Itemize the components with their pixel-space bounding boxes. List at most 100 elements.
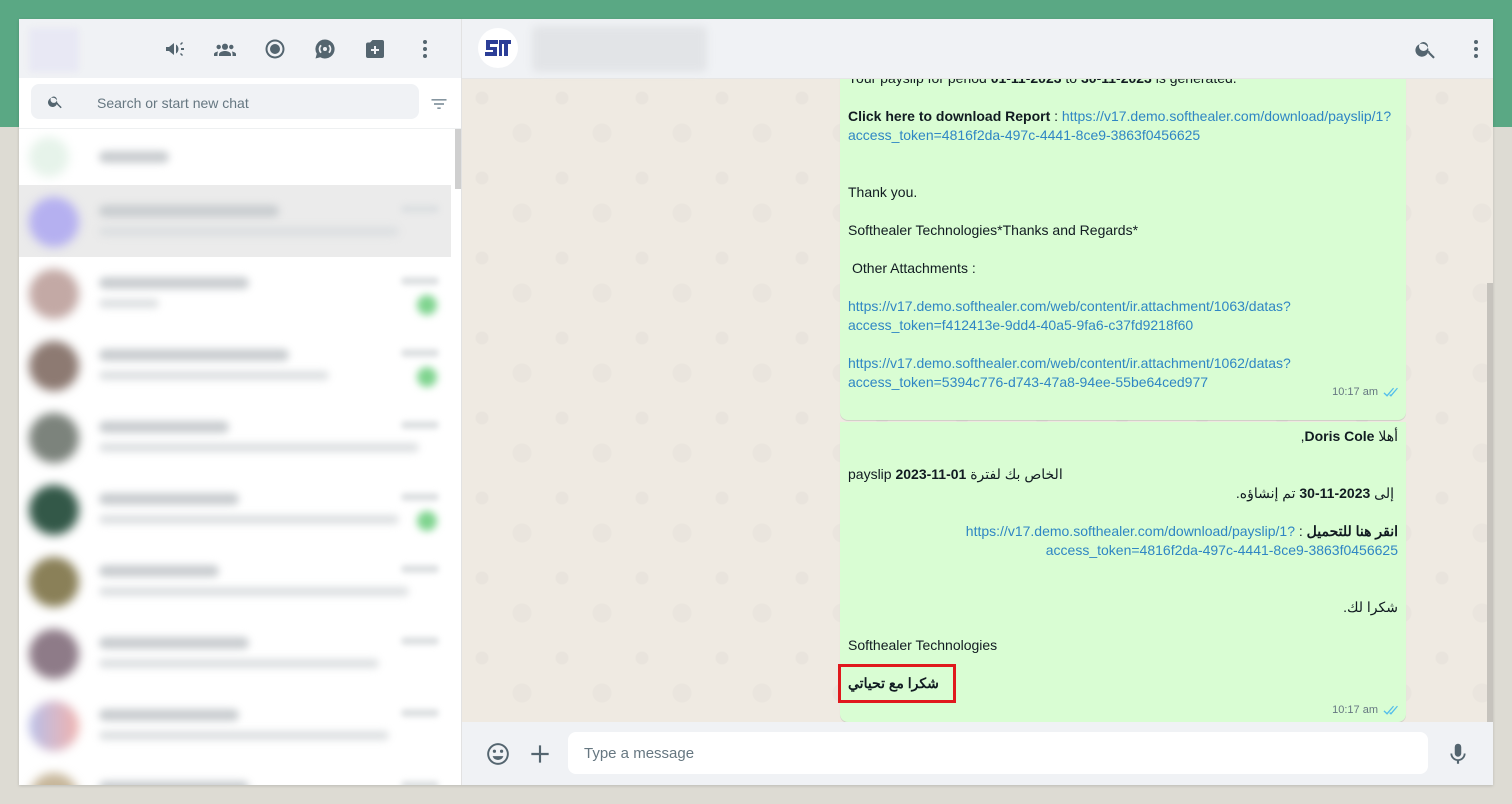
thanks-text: Thank you. — [848, 184, 918, 200]
chat-item[interactable] — [19, 185, 451, 257]
chat-time-blur — [401, 781, 439, 785]
download-report-link[interactable]: https://v17.demo.softhealer.com/download… — [1062, 108, 1391, 124]
chat-time-blur — [401, 421, 439, 429]
chat-preview-blur — [99, 587, 409, 596]
read-ticks-icon — [1382, 705, 1398, 716]
chat-preview-blur — [99, 659, 379, 668]
chat-time-blur — [401, 565, 439, 573]
chat-item[interactable] — [19, 473, 451, 545]
chat-preview-blur — [99, 371, 329, 380]
conversation-scrollbar[interactable] — [1487, 283, 1493, 723]
attach-icon[interactable] — [527, 741, 553, 767]
arabic-period-line: payslip 2023-11-01 الخاص بك لفترة — [848, 466, 1063, 482]
chat-name-blur — [99, 349, 289, 361]
message-input[interactable] — [568, 732, 1428, 774]
chat-time-blur — [401, 637, 439, 645]
chat-name-blur — [99, 781, 249, 785]
chat-name-blur — [99, 277, 249, 289]
status-icon[interactable] — [262, 36, 288, 62]
message-meta: 10:17 am — [1332, 701, 1398, 720]
chat-item[interactable] — [19, 761, 451, 785]
conversation-panel: Your payslip for period 01-11-2023 to 30… — [462, 19, 1493, 785]
chat-avatar — [29, 773, 79, 785]
chat-preview-blur — [99, 731, 389, 740]
chat-item[interactable] — [19, 257, 451, 329]
menu-icon[interactable] — [1463, 36, 1489, 62]
chat-avatar — [29, 413, 79, 463]
message-time: 10:17 am — [1332, 386, 1378, 398]
chat-time-blur — [401, 349, 439, 357]
search-icon[interactable] — [1413, 36, 1439, 62]
microphone-icon[interactable] — [1445, 741, 1471, 767]
sidebar-scrollbar[interactable] — [455, 129, 461, 189]
chat-item[interactable] — [19, 617, 451, 689]
unread-badge — [417, 295, 437, 315]
conversation-header — [462, 19, 1493, 79]
chat-name-blur — [99, 493, 239, 505]
chat-item[interactable] — [19, 689, 451, 761]
chat-name-blur — [99, 205, 279, 217]
chat-list — [19, 129, 455, 785]
channels-icon[interactable] — [312, 36, 338, 62]
chat-avatar — [29, 485, 79, 535]
attachment-1062-link-token[interactable]: access_token=5394c776-d743-47a8-94ee-55b… — [848, 374, 1208, 390]
chat-name-blur — [99, 151, 169, 163]
profile-avatar[interactable] — [29, 28, 79, 72]
search-icon — [48, 96, 62, 109]
arabic-generated-line: إلى 2023-11-30 تم إنشاؤه. — [1235, 485, 1394, 501]
filter-icon[interactable] — [429, 94, 449, 114]
message-meta: 10:17 am — [1332, 383, 1398, 402]
regards-text: Softhealer Technologies*Thanks and Regar… — [848, 222, 1139, 238]
community-icon[interactable] — [212, 36, 238, 62]
arabic-download-link-token[interactable]: access_token=4816f2da-497c-4441-8ce9-386… — [1046, 542, 1398, 558]
sidebar — [19, 19, 462, 785]
highlight-annotation-box — [838, 664, 956, 703]
chat-name-blur — [99, 421, 229, 433]
chat-preview-blur — [99, 443, 419, 452]
chat-name-blur — [99, 565, 219, 577]
new-chat-icon[interactable] — [362, 36, 388, 62]
megaphone-icon[interactable] — [162, 36, 188, 62]
greeting-line: أهلا Doris Cole, — [1300, 428, 1398, 444]
chat-preview-blur — [99, 515, 399, 524]
chat-avatar — [29, 341, 79, 391]
menu-icon[interactable] — [412, 36, 438, 62]
attachment-1063-link[interactable]: https://v17.demo.softhealer.com/web/cont… — [848, 298, 1291, 314]
chat-avatar — [29, 197, 79, 247]
arabic-thanks-text: شكرا لك. — [1343, 599, 1398, 615]
chat-time-blur — [401, 205, 439, 213]
chat-item[interactable] — [19, 329, 451, 401]
chat-avatar — [29, 557, 79, 607]
arabic-download-line: انقر هنا للتحميل : https://v17.demo.soft… — [965, 523, 1398, 539]
unread-badge — [417, 367, 437, 387]
search-box — [31, 84, 419, 121]
search-row — [19, 78, 461, 129]
arabic-download-link[interactable]: https://v17.demo.softhealer.com/download… — [966, 523, 1295, 539]
contact-name-blur[interactable] — [532, 26, 707, 72]
chat-preview-blur — [99, 227, 399, 236]
message-composer — [462, 722, 1493, 785]
attachment-1062-link[interactable]: https://v17.demo.softhealer.com/web/cont… — [848, 355, 1291, 371]
download-report-link-token[interactable]: access_token=4816f2da-497c-4441-8ce9-386… — [848, 127, 1200, 143]
chat-item[interactable] — [19, 545, 451, 617]
chat-time-blur — [401, 277, 439, 285]
chat-name-blur — [99, 637, 249, 649]
chat-item[interactable] — [19, 401, 451, 473]
payslip-period-line: Your payslip for period 01-11-2023 to 30… — [848, 78, 1237, 86]
message-bubble-english[interactable]: Your payslip for period 01-11-2023 to 30… — [840, 78, 1406, 420]
chat-item[interactable] — [19, 129, 451, 185]
softhealer-logo-icon[interactable] — [478, 28, 518, 68]
download-line: Click here to download Report : https://… — [848, 108, 1392, 124]
chat-avatar — [29, 137, 69, 177]
chat-avatar — [29, 629, 79, 679]
sidebar-header — [19, 19, 461, 78]
attachment-1063-link-token[interactable]: access_token=f412413e-9dd4-40a5-9fa6-c37… — [848, 317, 1193, 333]
message-time: 10:17 am — [1332, 704, 1378, 716]
read-ticks-icon — [1382, 387, 1398, 398]
whatsapp-window: Your payslip for period 01-11-2023 to 30… — [19, 19, 1493, 785]
search-input[interactable] — [95, 84, 409, 121]
emoji-icon[interactable] — [485, 741, 511, 767]
message-area[interactable]: Your payslip for period 01-11-2023 to 30… — [462, 78, 1493, 722]
chat-time-blur — [401, 493, 439, 501]
chat-preview-blur — [99, 299, 159, 308]
